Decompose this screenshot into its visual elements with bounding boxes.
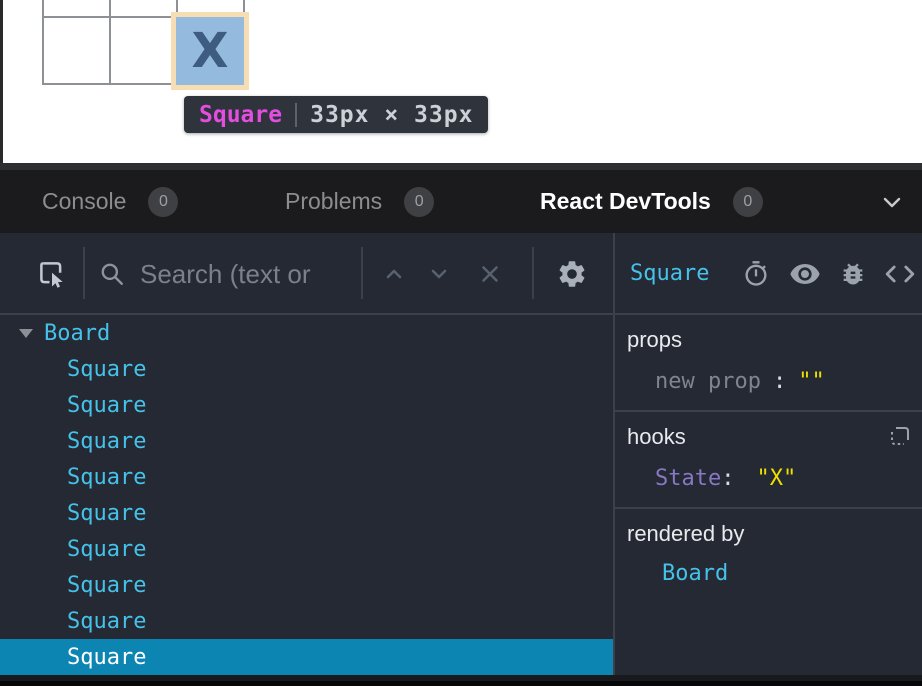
new-prop-value-field[interactable]: "" [798, 369, 825, 394]
hook-colon: : [721, 466, 734, 491]
new-prop-name-field[interactable]: new prop [655, 369, 761, 394]
tab-console-badge: 0 [148, 187, 178, 217]
tooltip-dimensions: 33px × 33px [310, 102, 473, 128]
component-name-label: Square [67, 537, 146, 562]
component-details-panel: props new prop : "" hooks State : "X" re… [615, 315, 922, 675]
component-name-label: Square [67, 465, 146, 490]
window-left-edge [0, 0, 3, 163]
rendered-by-title: rendered by [627, 521, 910, 547]
tab-react-devtools-label: React DevTools [540, 188, 711, 215]
component-name-label: Square [67, 501, 146, 526]
tab-react-devtools[interactable]: React DevTools 0 [540, 170, 763, 233]
component-name-label: Square [67, 357, 146, 382]
stopwatch-icon[interactable] [740, 258, 772, 290]
tab-problems-badge: 0 [404, 187, 434, 217]
devtools-tab-bar: Console 0 Problems 0 React DevTools 0 [0, 170, 922, 233]
parse-hook-names-icon[interactable] [888, 424, 912, 453]
clear-search-icon[interactable] [476, 260, 504, 288]
panel-divider[interactable] [613, 233, 615, 675]
selected-component-title: Square [630, 233, 709, 313]
window-bottom-edge [0, 681, 922, 686]
tree-row-square[interactable]: Square [0, 351, 613, 387]
tree-row-square[interactable]: Square [0, 423, 613, 459]
prop-row[interactable]: new prop : "" [655, 369, 910, 394]
component-name-label: Square [67, 573, 146, 598]
tree-row-square[interactable]: Square [0, 387, 613, 423]
component-name-label: Square [67, 609, 146, 634]
devtools-top-edge [0, 163, 922, 170]
tab-problems[interactable]: Problems 0 [285, 170, 434, 233]
settings-gear-icon[interactable] [555, 257, 589, 291]
previous-result-icon[interactable] [381, 261, 407, 287]
grid-line [42, 0, 44, 84]
inspect-tooltip: Square 33px × 33px [184, 96, 488, 133]
tab-problems-label: Problems [285, 188, 382, 215]
tree-row-square[interactable]: Square [0, 639, 613, 675]
highlighted-square-cell[interactable]: X [176, 17, 244, 85]
expand-triangle-icon[interactable] [19, 329, 33, 338]
hook-row[interactable]: State : "X" [655, 466, 910, 491]
inspected-page: X Square 33px × 33px [0, 0, 922, 163]
search-input[interactable] [138, 253, 357, 295]
react-devtools-toolbar: Square [0, 233, 922, 315]
component-name-label: Square [67, 393, 146, 418]
tree-row-board[interactable]: Board [0, 315, 613, 351]
tooltip-component-name: Square [199, 102, 282, 128]
component-name-label: Board [44, 321, 110, 346]
view-source-icon[interactable] [882, 259, 918, 289]
tree-row-square[interactable]: Square [0, 495, 613, 531]
tree-row-square[interactable]: Square [0, 531, 613, 567]
hooks-section: hooks State : "X" [615, 412, 922, 509]
chevron-down-icon[interactable] [880, 190, 904, 214]
tab-react-devtools-badge: 0 [733, 187, 763, 217]
component-tree: Board Square Square Square Square Square Squar… [0, 315, 613, 675]
tree-row-square[interactable]: Square [0, 459, 613, 495]
eye-icon[interactable] [788, 258, 822, 290]
rendered-by-section: rendered by Board [615, 509, 922, 604]
prop-colon: : [773, 369, 786, 394]
grid-line [109, 0, 111, 84]
tooltip-separator [295, 103, 297, 127]
toolbar-divider [532, 247, 534, 299]
hook-state-value[interactable]: "X" [756, 466, 796, 491]
tab-console-label: Console [42, 188, 126, 215]
component-name-label: Square [67, 429, 146, 454]
props-section-title: props [627, 327, 910, 353]
search-icon [98, 260, 126, 288]
tab-console[interactable]: Console 0 [42, 170, 178, 233]
toolbar-divider [83, 247, 85, 299]
component-name-label: Square [67, 645, 146, 670]
square-cell-value: X [191, 27, 228, 75]
bug-icon[interactable] [837, 258, 869, 290]
tree-row-square[interactable]: Square [0, 603, 613, 639]
props-section: props new prop : "" [615, 315, 922, 412]
hooks-section-title: hooks [627, 424, 910, 450]
rendered-by-owner-link[interactable]: Board [662, 561, 910, 586]
toolbar-divider [361, 247, 363, 299]
next-result-icon[interactable] [426, 261, 452, 287]
hook-state-name: State [655, 466, 721, 491]
tree-row-square[interactable]: Square [0, 567, 613, 603]
select-element-icon[interactable] [36, 258, 68, 290]
